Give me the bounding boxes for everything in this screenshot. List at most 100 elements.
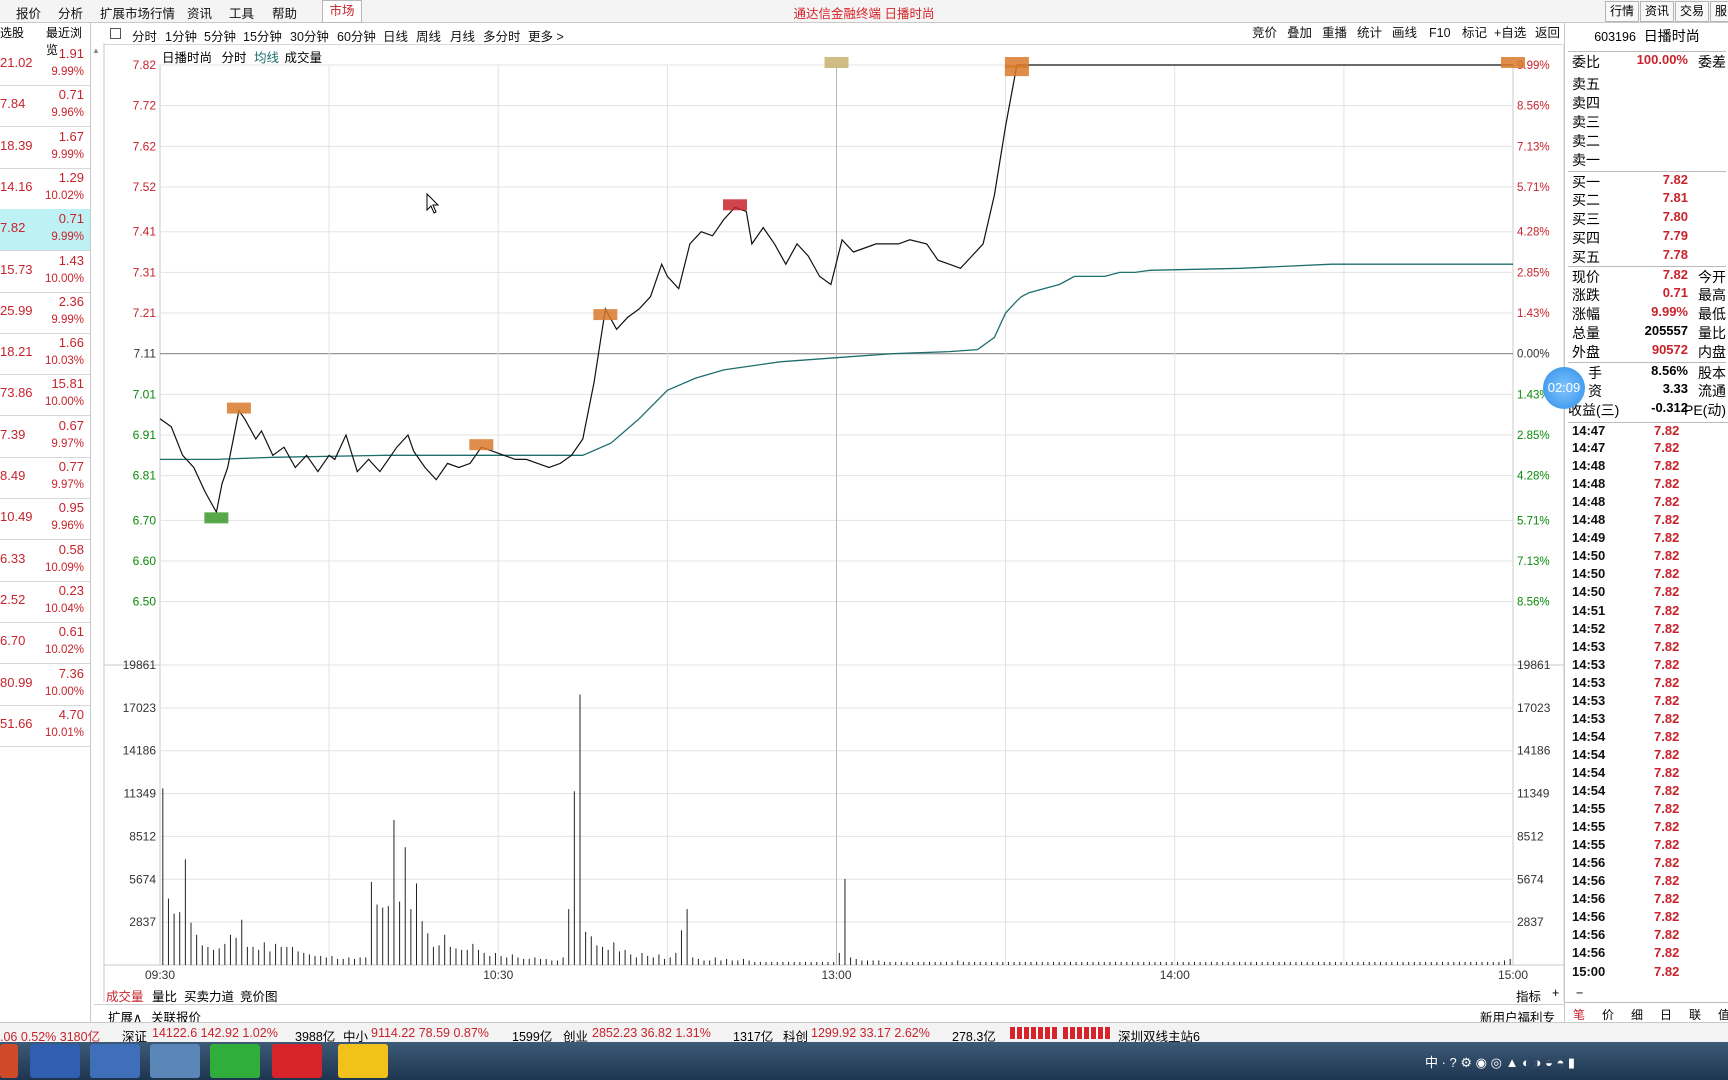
- watchlist-row[interactable]: 51.66 4.70 10.01%: [0, 705, 90, 747]
- watchlist-row[interactable]: 14.16 1.29 10.02%: [0, 168, 90, 210]
- m-app-icon[interactable]: [338, 1044, 388, 1078]
- bid-level-row[interactable]: 买四 7.79: [1568, 228, 1726, 247]
- period-tab-more[interactable]: 更多 >: [528, 26, 564, 45]
- system-tray[interactable]: 中 · ? ⚙ ◉ ◎ ▲ ◐ ◑ ◒ ◓ ▮: [1425, 1052, 1575, 1071]
- pct-tick-label: 7.13%: [1517, 556, 1550, 568]
- watchlist-row[interactable]: 6.70 0.61 10.02%: [0, 622, 90, 665]
- bid-level-row[interactable]: 买二 7.81: [1568, 190, 1726, 209]
- bid-level-row[interactable]: 买五 7.78: [1568, 247, 1726, 266]
- add-watchlist-button[interactable]: +自选: [1494, 24, 1526, 42]
- period-tab-weekly[interactable]: 周线: [416, 26, 441, 45]
- menu-item-news[interactable]: 资讯: [187, 3, 212, 22]
- quote-mode-button[interactable]: 行情: [1605, 1, 1640, 22]
- menu-item-tools[interactable]: 工具: [229, 3, 254, 22]
- tab-volume-ratio[interactable]: 量比: [152, 986, 177, 1005]
- panel-toggle-icon[interactable]: [110, 28, 121, 39]
- bid-level-row[interactable]: 买三 7.80: [1568, 209, 1726, 228]
- watchlist-row[interactable]: 7.39 0.67 9.97%: [0, 416, 90, 458]
- avg-price-line: [160, 263, 1513, 461]
- watchlist-row[interactable]: 7.82 0.71 9.99%: [0, 209, 90, 252]
- stat-value: -0.312: [1651, 400, 1688, 415]
- watchlist-col-stock[interactable]: 选股: [0, 24, 24, 41]
- tick-trade-row: 14:56 7.82: [1568, 891, 1728, 909]
- chart-frame: [159, 64, 1514, 966]
- overlay-button[interactable]: 叠加: [1287, 24, 1312, 42]
- draw-button[interactable]: 画线: [1392, 24, 1417, 42]
- period-tab-5min[interactable]: 5分钟: [204, 26, 236, 45]
- watchlist-row[interactable]: 80.99 7.36 10.00%: [0, 664, 90, 706]
- period-tab-daily[interactable]: 日线: [383, 26, 408, 45]
- replay-button[interactable]: 重播: [1322, 24, 1347, 42]
- stat-value: 0.71: [1662, 285, 1688, 300]
- watchlist-row[interactable]: 18.21 1.66 10.03%: [0, 333, 90, 376]
- period-tab-multi[interactable]: 多分时: [483, 26, 521, 45]
- tab-volume[interactable]: 成交量: [106, 986, 144, 1005]
- watchlist-row[interactable]: 18.39 1.67 9.99%: [0, 127, 90, 169]
- menu-item-extended-market[interactable]: 扩展市场行情: [100, 3, 175, 22]
- period-tab-intraday[interactable]: 分时: [132, 26, 157, 45]
- trade-price: 7.82: [1654, 494, 1680, 510]
- timer-badge[interactable]: 02:09: [1543, 367, 1585, 409]
- watchlist-row[interactable]: 21.02 1.91 9.99%: [0, 44, 90, 86]
- watchlist-row[interactable]: 25.99 2.36 9.99%: [0, 292, 90, 334]
- tab-price[interactable]: 价: [1602, 1006, 1614, 1023]
- tab-daily[interactable]: 日: [1660, 1006, 1672, 1023]
- tab-linked[interactable]: 联: [1689, 1006, 1701, 1023]
- period-tab-60min[interactable]: 60分钟: [337, 26, 376, 45]
- watchlist-row[interactable]: 8.49 0.77 9.97%: [0, 457, 90, 499]
- wechat-icon[interactable]: [210, 1044, 260, 1078]
- tab-auction-chart[interactable]: 竞价图: [240, 986, 278, 1005]
- period-tab-1min[interactable]: 1分钟: [165, 26, 197, 45]
- tdx-app-icon[interactable]: [272, 1044, 322, 1078]
- watch-pct: 9.99%: [51, 313, 84, 326]
- watchlist-row[interactable]: 10.49 0.95 9.96%: [0, 498, 90, 541]
- bid-level-row[interactable]: 买一 7.82: [1568, 171, 1726, 191]
- period-tab-30min[interactable]: 30分钟: [290, 26, 329, 45]
- watchlist-row[interactable]: 15.73 1.43 10.00%: [0, 251, 90, 293]
- pct-tick-label: 5.71%: [1517, 515, 1550, 527]
- trade-mode-button[interactable]: 交易: [1675, 1, 1710, 22]
- start-icon[interactable]: [0, 1044, 18, 1078]
- indicator-button[interactable]: 指标: [1516, 986, 1541, 1005]
- service-mode-button[interactable]: 服: [1710, 1, 1728, 22]
- legend-mode: 分时: [221, 51, 247, 65]
- watchlist-row[interactable]: 73.86 15.81 10.00%: [0, 374, 90, 417]
- tick-trade-row: 14:53 7.82: [1568, 657, 1728, 675]
- tick-trade-row: 14:47 7.82: [1568, 422, 1728, 441]
- notepad-icon[interactable]: [150, 1044, 200, 1078]
- period-tab-monthly[interactable]: 月线: [450, 26, 475, 45]
- tick-trade-row: 14:48 7.82: [1568, 458, 1728, 476]
- watchlist-row[interactable]: 6.33 0.58 10.09%: [0, 540, 90, 582]
- stats-button[interactable]: 统计: [1357, 24, 1382, 42]
- word-icon[interactable]: [30, 1044, 80, 1078]
- watchlist-row[interactable]: 7.84 0.71 9.96%: [0, 85, 90, 128]
- auction-button[interactable]: 竞价: [1252, 24, 1277, 42]
- bid-level-price: 7.78: [1662, 247, 1688, 262]
- trade-time: 14:54: [1572, 783, 1606, 798]
- price-tick-label: 7.11: [134, 347, 157, 361]
- news-mode-button[interactable]: 资讯: [1640, 1, 1675, 22]
- watch-change: 7.36: [58, 665, 84, 681]
- trade-time: 14:53: [1572, 656, 1606, 672]
- menu-item-analysis[interactable]: 分析: [58, 3, 83, 22]
- box-app-icon[interactable]: [90, 1044, 140, 1078]
- mark-button[interactable]: 标记: [1462, 24, 1487, 42]
- f10-button[interactable]: F10: [1429, 24, 1451, 42]
- back-button[interactable]: 返回: [1535, 24, 1560, 42]
- tab-buy-sell-force[interactable]: 买卖力道: [184, 986, 234, 1005]
- menu-item-quote[interactable]: 报价: [16, 3, 41, 22]
- trade-time: 14:56: [1572, 927, 1606, 943]
- news-marker-icon: [723, 199, 748, 211]
- tab-detail[interactable]: 细: [1631, 1006, 1643, 1023]
- stat-label: 涨跌: [1572, 287, 1600, 303]
- scroll-up-icon[interactable]: ▲: [92, 46, 102, 56]
- tab-value[interactable]: 值: [1718, 1006, 1728, 1023]
- market-tab[interactable]: 市场: [322, 0, 362, 23]
- intraday-chart[interactable]: 7.82 9.99% 7.72 8.56% 7.62 7.13% 7.52 5.71% 7.41…: [0, 0, 1728, 1080]
- zoom-in-button[interactable]: +: [1552, 986, 1559, 1000]
- menu-item-help[interactable]: 帮助: [272, 3, 297, 22]
- watchlist-row[interactable]: 2.52 0.23 10.04%: [0, 581, 90, 623]
- tab-ticks[interactable]: 笔: [1573, 1006, 1585, 1023]
- period-tab-15min[interactable]: 15分钟: [243, 26, 282, 45]
- trade-price: 7.82: [1654, 423, 1680, 438]
